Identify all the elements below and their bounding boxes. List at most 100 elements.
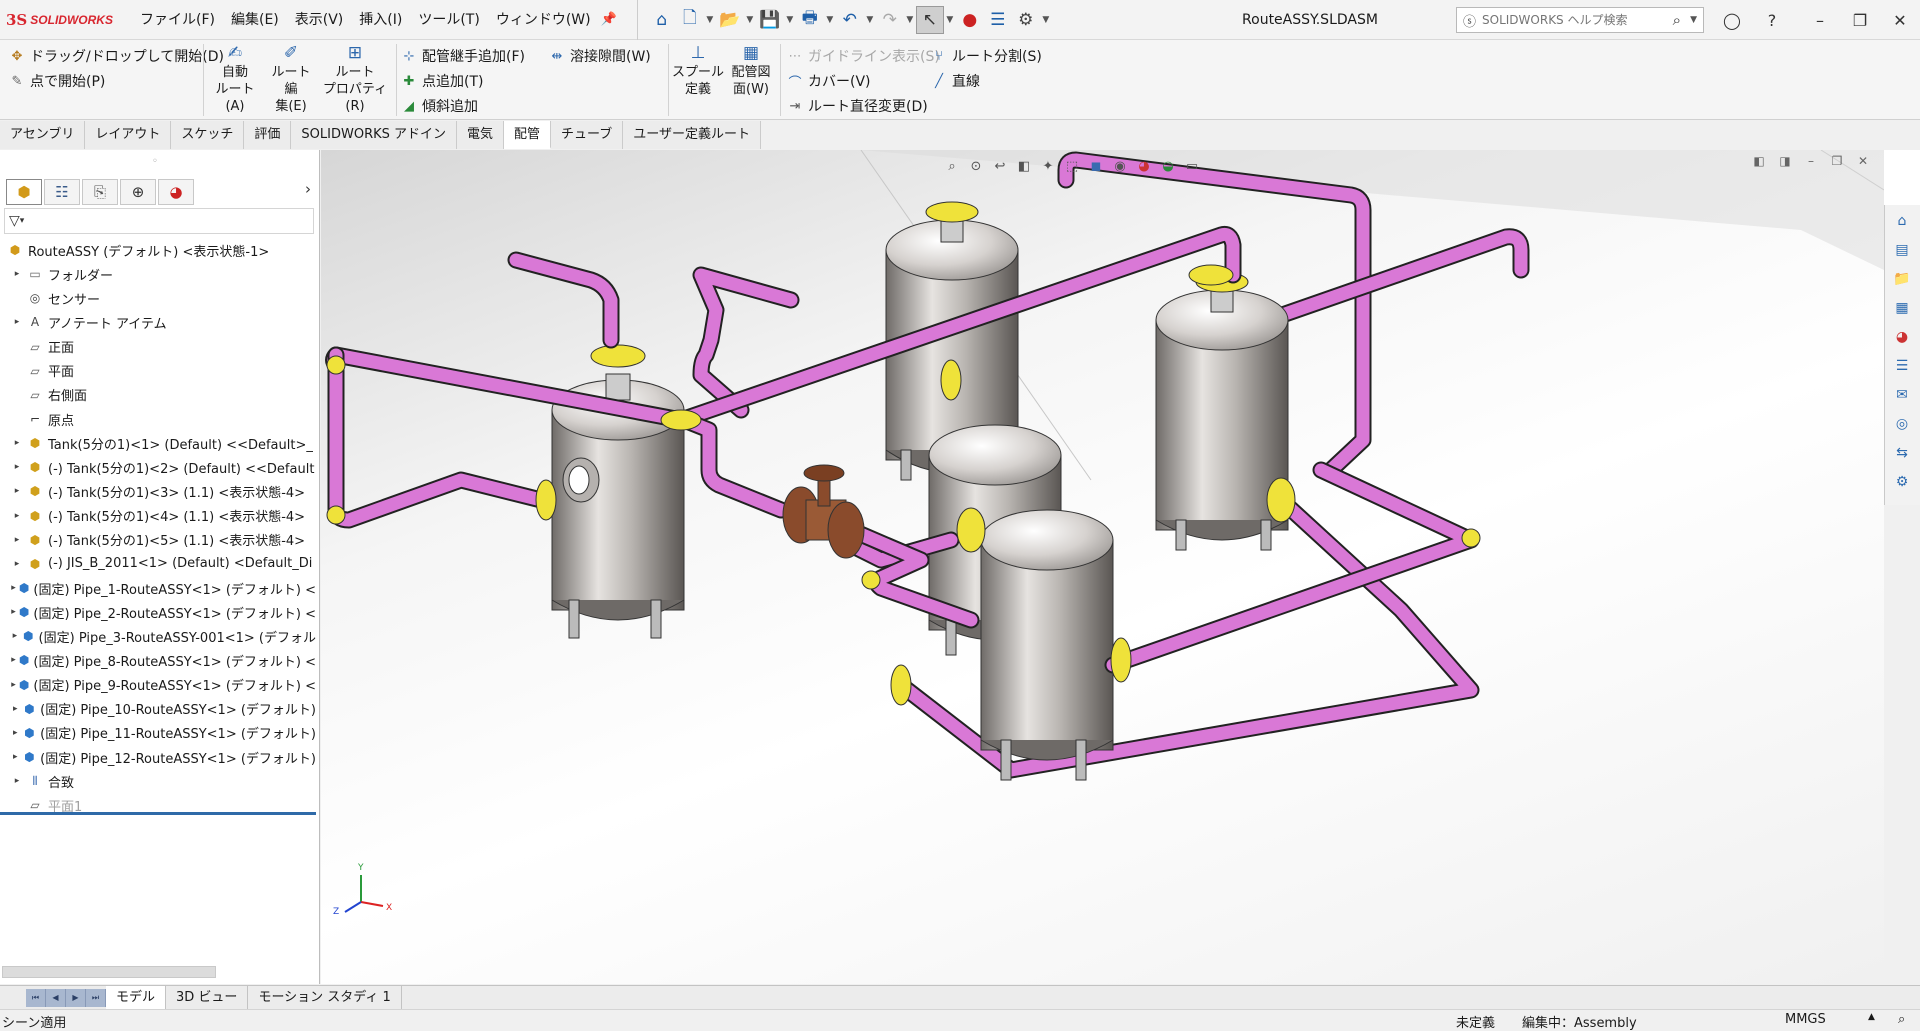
prev-tab-icon[interactable]: ◀ [46,988,66,1007]
options-dropdown-icon[interactable]: ▼ [1040,15,1052,25]
appearances-scenes-icon[interactable]: ◕ [1889,324,1915,350]
expand-arrow-icon[interactable]: ▸ [10,535,24,545]
restore-icon[interactable]: ❐ [1840,0,1880,40]
help-question-icon[interactable]: ? [1752,0,1792,40]
add-slope-button[interactable]: ◢ 傾斜追加 [400,94,478,118]
tree-item[interactable]: ▸⌐原点 [0,407,316,431]
search-dropdown-icon[interactable]: ▼ [1690,15,1697,25]
tab-sketch[interactable]: スケッチ [171,121,245,149]
menu-view[interactable]: 表示(V) [287,0,352,40]
property-manager-tab-icon[interactable]: ☷ [44,179,80,205]
tree-item[interactable]: ▸ ▭ フォルダー [0,262,316,286]
pin-menu-icon[interactable]: 📌 [601,12,617,27]
tree-item[interactable]: ▸ ⬢ (-) Tank(5分の1)<2> (Default) <<Default [0,455,316,479]
tree-item[interactable]: ▸ ⬢ (-) Tank(5分の1)<5> (1.1) <表示状態-4> [0,528,316,552]
previous-view-icon[interactable]: ↩ [989,155,1011,177]
expand-arrow-icon[interactable]: ▸ [10,704,21,714]
next-tab-icon[interactable]: ▶ [66,988,86,1007]
expand-arrow-icon[interactable]: ▸ [10,462,24,472]
open-dropdown-icon[interactable]: ▼ [744,15,756,25]
tab-electrical[interactable]: 電気 [457,121,505,149]
tab-3d-views[interactable]: 3D ビュー [166,985,249,1010]
tree-item[interactable]: ▸ ⬢ (固定) Pipe_8-RouteASSY<1> (デフォルト) < [0,648,316,672]
expand-arrow-icon[interactable]: ▸ [10,752,21,762]
auto-route-button[interactable]: ✍ 自動 ルート(A) [208,42,262,115]
tree-item[interactable]: ▸ ⬢ (固定) Pipe_2-RouteASSY<1> (デフォルト) < [0,600,316,624]
tree-item[interactable]: ▸ ⬢ (固定) Pipe_9-RouteASSY<1> (デフォルト) < [0,673,316,697]
tree-item[interactable]: ⬢ RouteASSY (デフォルト) <表示状態-1> [0,238,316,262]
tree-item[interactable]: ▸ ⬢ Tank(5分の1)<1> (Default) <<Default>_ [0,431,316,455]
start-by-point-button[interactable]: ✎ 点で開始(P) [8,69,106,93]
menu-insert[interactable]: 挿入(I) [351,0,410,40]
tab-layout[interactable]: レイアウト [85,121,172,149]
tab-evaluate[interactable]: 評価 [244,121,292,149]
redo-icon[interactable]: ↷ [876,6,904,34]
expand-arrow-icon[interactable]: ▸ [10,655,17,665]
undo-dropdown-icon[interactable]: ▼ [864,15,876,25]
forum-icon[interactable]: ✉ [1889,382,1915,408]
expand-arrow-icon[interactable]: ▸ [10,317,24,327]
print-dropdown-icon[interactable]: ▼ [824,15,836,25]
show-guidelines-button[interactable]: ⋯ ガイドライン表示(S) [786,44,940,68]
first-tab-icon[interactable]: ⏮ [26,988,46,1007]
tree-item[interactable]: ▸ ⬢ (固定) Pipe_3-RouteASSY-001<1> (デフォル [0,624,316,648]
status-extra-icon[interactable]: ⌕ [1898,1012,1905,1027]
display-style-icon[interactable]: ◼ [1085,155,1107,177]
tree-item[interactable]: ▸◎センサー [0,286,316,310]
viewport-collapse-right-icon[interactable]: ◨ [1772,154,1798,168]
zoom-to-fit-icon[interactable]: ⌕ [941,155,963,177]
dimxpert-tab-icon[interactable]: ⊕ [120,179,156,205]
tab-assembly[interactable]: アセンブリ [0,121,86,149]
viewport-close-icon[interactable]: ✕ [1850,154,1876,168]
expand-arrow-icon[interactable]: ▸ [10,631,20,641]
spool-define-button[interactable]: ⊥ スプール 定義 [672,42,724,98]
undo-icon[interactable]: ↶ [836,6,864,34]
routing-library-icon[interactable]: ⇆ [1889,440,1915,466]
panel-grip-icon[interactable]: ◦ [152,156,158,167]
gate-valve[interactable] [782,464,865,559]
tree-horizontal-scrollbar[interactable] [2,966,216,978]
view-palette-icon[interactable]: ▦ [1889,295,1915,321]
design-library-icon[interactable]: ▤ [1889,237,1915,263]
tree-item[interactable]: ▸ ⬢ (-) Tank(5分の1)<3> (1.1) <表示状態-4> [0,479,316,503]
add-point-button[interactable]: ✚ 点追加(T) [400,69,484,93]
search-icon[interactable]: ⌕ [1673,11,1681,29]
minimize-icon[interactable]: – [1800,0,1840,40]
add-fitting-button[interactable]: ⊹ 配管継手追加(F) [400,44,525,68]
status-units[interactable]: MMGS [1785,1012,1826,1027]
chevron-right-icon[interactable]: › [305,180,311,198]
change-route-diameter-button[interactable]: ⇥ ルート直径変更(D) [786,94,928,118]
route-assembly-3d-model[interactable]: Y X Z [321,150,1884,984]
viewport-collapse-left-icon[interactable]: ◧ [1746,154,1772,168]
units-dropdown-icon[interactable]: ▲ [1868,1012,1875,1022]
menu-tools[interactable]: ツール(T) [410,0,487,40]
tree-item[interactable]: ▸ ⬢ (固定) Pipe_10-RouteASSY<1> (デフォルト) [0,697,316,721]
expand-arrow-icon[interactable]: ▸ [10,269,24,279]
file-properties-icon[interactable]: ☰ [984,6,1012,34]
tree-item[interactable]: ▸ ⬢ (固定) Pipe_1-RouteASSY<1> (デフォルト) < [0,576,316,600]
configuration-manager-tab-icon[interactable]: ⎘ [82,179,118,205]
drag-drop-start-button[interactable]: ✥ ドラッグ/ドロップして開始(D) [8,44,224,68]
dynamic-annotation-icon[interactable]: ✦ [1037,155,1059,177]
piping-drawing-button[interactable]: ▦ 配管図 面(W) [726,42,776,98]
split-route-button[interactable]: ⑂ ルート分割(S) [930,44,1042,68]
expand-arrow-icon[interactable]: ▸ [10,776,24,786]
open-icon[interactable]: 📂 [716,6,744,34]
menu-file[interactable]: ファイル(F) [132,0,223,40]
tab-addins[interactable]: SOLIDWORKS アドイン [291,121,458,149]
tab-motion-study-1[interactable]: モーション スタディ 1 [248,985,402,1010]
expand-arrow-icon[interactable]: ▸ [10,728,21,738]
section-view-icon[interactable]: ◧ [1013,155,1035,177]
display-manager-tab-icon[interactable]: ◕ [158,179,194,205]
tab-tubing[interactable]: チューブ [551,121,624,149]
tree-item[interactable]: ▸ ⬢ (固定) Pipe_11-RouteASSY<1> (デフォルト) [0,721,316,745]
expand-arrow-icon[interactable]: ▸ [10,607,17,617]
zoom-to-area-icon[interactable]: ⊙ [965,155,987,177]
file-explorer-icon[interactable]: 📁 [1889,266,1915,292]
tree-item[interactable]: ▸ ⫴ 合致 [0,769,316,793]
filter-icon[interactable]: ▽ [9,213,20,229]
tree-item[interactable]: ▸ ⬢ (-) Tank(5分の1)<4> (1.1) <表示状態-4> [0,504,316,528]
tank-1[interactable] [551,344,685,639]
redo-dropdown-icon[interactable]: ▼ [904,15,916,25]
solidworks-3dexperience-icon[interactable]: ◎ [1889,411,1915,437]
